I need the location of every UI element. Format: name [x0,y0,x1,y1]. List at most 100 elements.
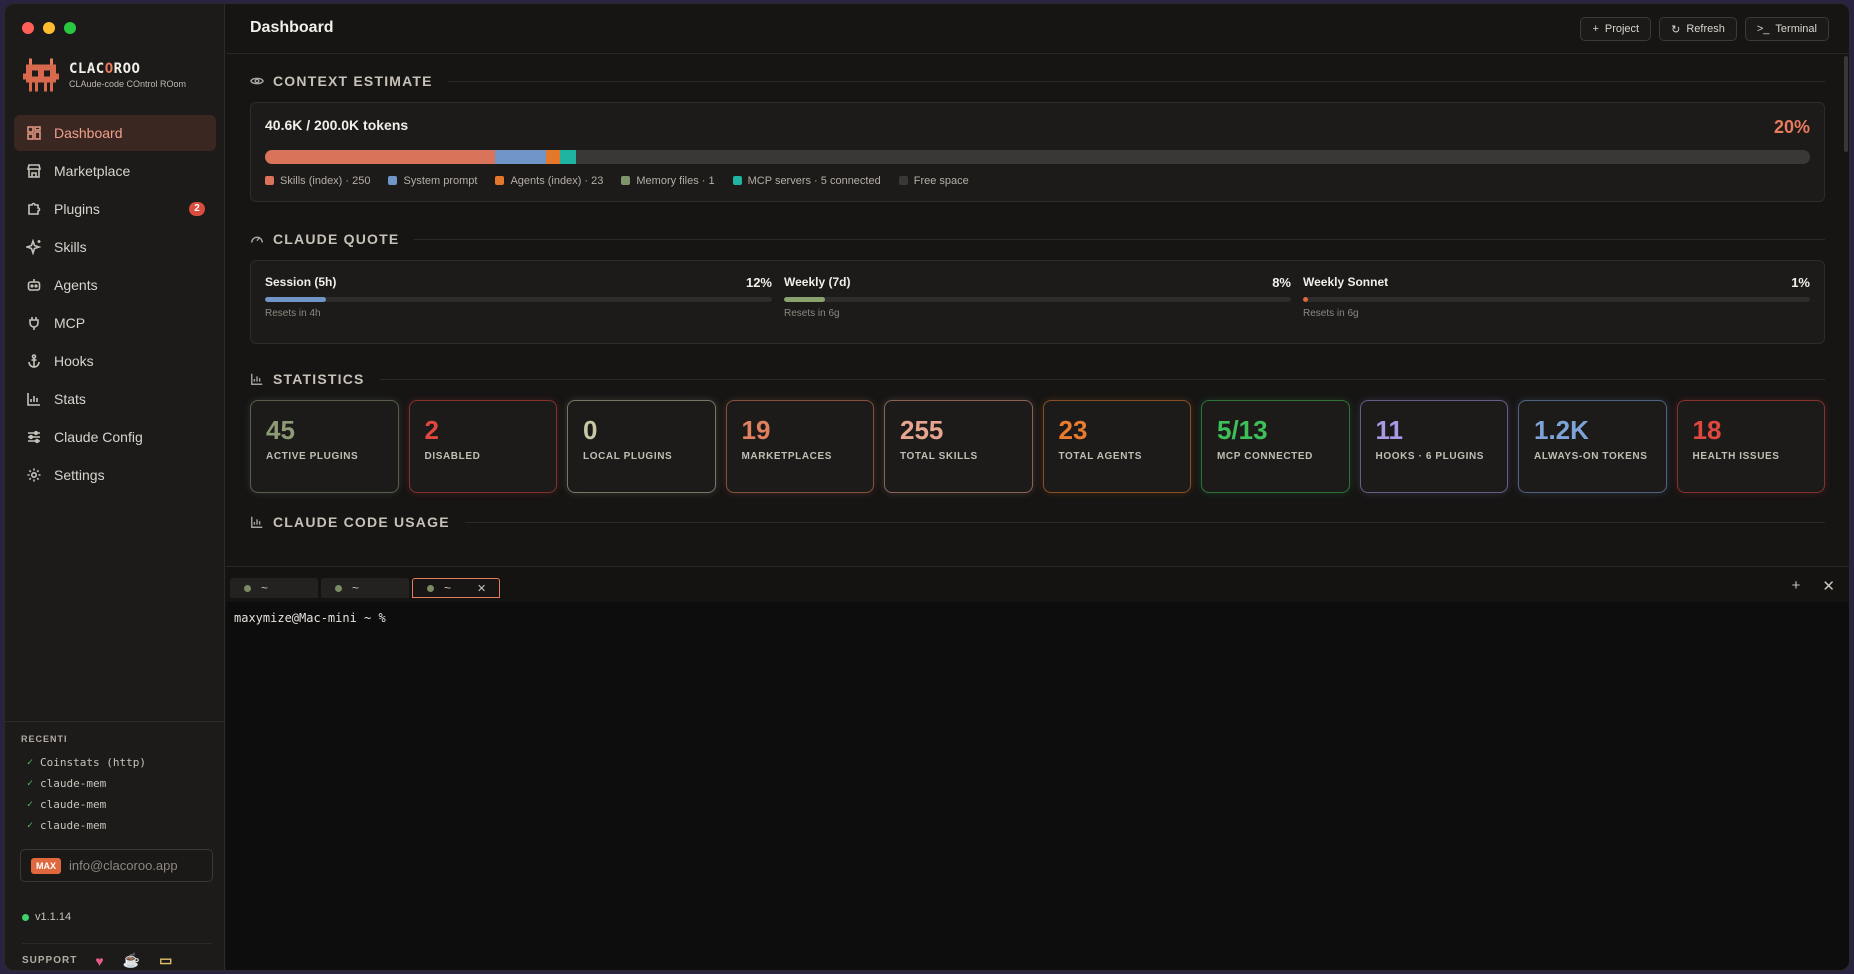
sidebar-item-settings[interactable]: Settings [14,457,216,493]
dashboard-content: CONTEXT ESTIMATE 40.6K / 200.0K tokens 2… [250,70,1825,533]
credit-card-icon[interactable]: ▭ [159,952,173,969]
sidebar-item-skills[interactable]: Skills [14,229,216,265]
stat-card[interactable]: 2 DISABLED [408,400,557,493]
quota-panel: Session (5h) 12% Resets in 4h Weekly (7d) 8%… [250,260,1825,344]
context-section-header: CONTEXT ESTIMATE [250,70,1825,92]
eye-icon [250,77,264,85]
sidebar-item-label: Marketplace [54,163,131,179]
quota-item: Session (5h) 12% Resets in 4h [265,275,772,329]
refresh-button[interactable]: ↻ Refresh [1659,17,1737,41]
quota-fill [1303,297,1309,302]
terminal-tab[interactable]: ~ [230,578,318,598]
legend-item: Agents (index) · 23 [495,175,603,187]
status-dot-icon [244,584,251,592]
stat-label: MARKETPLACES [741,451,833,462]
stat-label: DISABLED [424,451,481,462]
store-icon [26,164,42,178]
scrollbar[interactable] [1844,56,1848,152]
logo-icon [23,55,59,95]
close-window-button[interactable] [22,22,34,34]
new-project-button[interactable]: + Project [1580,17,1652,41]
sidebar-item-hooks[interactable]: Hooks [14,343,216,379]
coffee-icon[interactable]: ☕ [123,952,141,969]
terminal-prompt: maxymize@Mac-mini ~ % [234,611,386,625]
close-tab-icon[interactable]: ✕ [477,582,486,595]
stat-label: ACTIVE PLUGINS [266,451,359,462]
stat-card[interactable]: 23 TOTAL AGENTS [1042,400,1191,493]
stat-card[interactable]: 18 HEALTH ISSUES [1676,400,1825,493]
stat-card[interactable]: 5/13 MCP CONNECTED [1201,400,1350,493]
plus-icon: + [1592,23,1599,35]
stat-value: 0 [583,415,598,445]
usage-section-header: CLAUDE CODE USAGE [250,511,1825,533]
legend-item: MCP servers · 5 connected [732,175,881,187]
stat-card[interactable]: 0 LOCAL PLUGINS [567,400,716,493]
terminal-tab[interactable]: ~ [321,578,409,598]
sidebar-item-plugins[interactable]: Plugins 2 [14,191,216,227]
stat-card[interactable]: 1.2K ALWAYS-ON TOKENS [1518,400,1667,493]
stat-value: 255 [900,415,944,445]
sliders-icon [28,430,40,444]
stat-card[interactable]: 45 ACTIVE PLUGINS [250,400,399,493]
sidebar-item-dashboard[interactable]: Dashboard [14,115,216,151]
sidebar-item-marketplace[interactable]: Marketplace [14,153,216,189]
sidebar-item-stats[interactable]: Stats [14,381,216,417]
stat-card[interactable]: 255 TOTAL SKILLS [884,400,1033,493]
context-legend: Skills (index) · 250 System prompt Agents … [265,175,969,187]
quota-label: Weekly Sonnet [1303,275,1389,289]
sidebar-item-claude-config[interactable]: Claude Config [14,419,216,455]
stat-card[interactable]: 19 MARKETPLACES [725,400,874,493]
legend-swatch [265,176,274,185]
status-dot-icon [427,584,434,592]
quota-item: Weekly Sonnet 1% Resets in 6g [1303,275,1810,329]
recent-item[interactable]: ✓ claude-mem [21,815,208,836]
stat-value: 23 [1058,415,1088,445]
quota-reset: Resets in 6g [1303,308,1359,319]
window-controls [22,22,76,34]
recent-item[interactable]: ✓ Coinstats (http) [21,752,208,773]
stat-label: TOTAL AGENTS [1058,451,1142,462]
maximize-window-button[interactable] [64,22,76,34]
quota-reset: Resets in 4h [265,308,321,319]
support-row: SUPPORT ♥ ☕ ▭ [22,943,212,969]
context-usage-bar [265,150,1810,164]
stat-value: 45 [266,415,295,445]
context-percent: 20% [1773,117,1810,137]
stat-value: 5/13 [1217,415,1268,445]
legend-swatch [388,176,398,185]
robot-icon [27,279,41,291]
terminal-output[interactable]: maxymize@Mac-mini ~ % [226,602,1849,634]
check-icon: ✓ [27,799,34,810]
plug-icon [29,317,39,330]
recent-item[interactable]: ✓ claude-mem [21,773,208,794]
close-terminal-icon[interactable]: ✕ [1822,577,1835,595]
bar-chart-icon [27,393,40,406]
stat-value: 19 [741,415,771,445]
terminal-controls: + ✕ [1792,577,1835,595]
check-icon: ✓ [27,778,34,789]
context-bar-segment [575,150,1810,164]
gear-icon [27,468,41,482]
heart-icon[interactable]: ♥ [95,953,104,969]
legend-swatch [621,176,631,185]
statistics-cards: 45 ACTIVE PLUGINS 2 DISABLED 0 LOCAL PLUGINS 1… [250,400,1825,493]
bar-chart-icon [251,373,263,385]
account-box[interactable]: MAX info@clacoroo.app [20,849,213,882]
brand: CLACOROO CLAude-code COntrol ROom [23,55,186,95]
stat-card[interactable]: 11 HOOKS · 6 PLUGINS [1359,400,1508,493]
quota-label: Weekly (7d) [784,275,851,289]
terminal-button[interactable]: >_ Terminal [1744,17,1829,41]
recent-item[interactable]: ✓ claude-mem [21,794,208,815]
stat-value: 1.2K [1534,415,1589,445]
terminal-tab-active[interactable]: ~ ✕ [412,578,500,598]
new-terminal-icon[interactable]: + [1792,577,1801,595]
plugins-count-badge: 2 [189,202,205,216]
terminal-tabs: ~ ~ ~ ✕ + ✕ [226,567,1849,602]
quota-percent: 1% [1791,275,1810,290]
sidebar-item-mcp[interactable]: MCP [14,305,216,341]
stat-value: 2 [424,415,439,445]
sidebar-item-label: Settings [54,467,105,483]
sidebar-item-label: Hooks [54,353,94,369]
minimize-window-button[interactable] [43,22,55,34]
sidebar-item-agents[interactable]: Agents [14,267,216,303]
